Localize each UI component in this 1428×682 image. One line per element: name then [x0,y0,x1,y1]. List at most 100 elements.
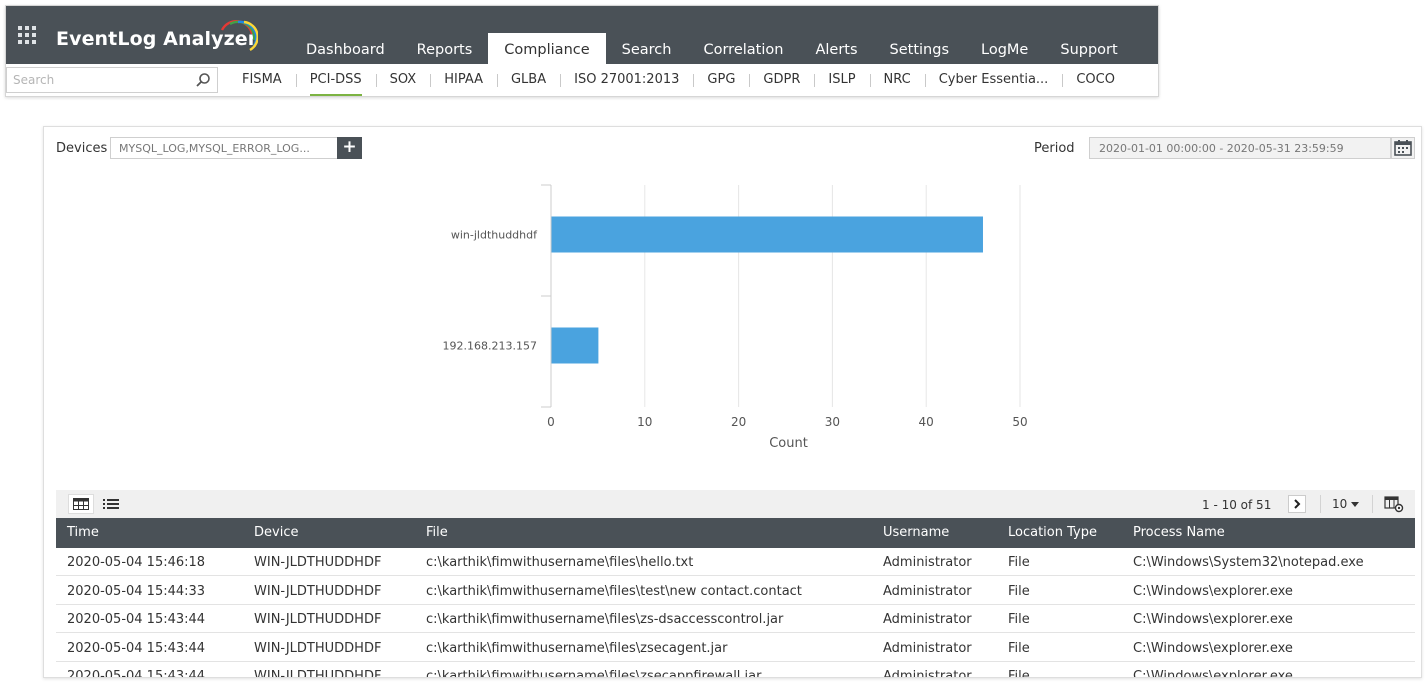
list-view-icon [103,499,119,509]
devices-field[interactable]: MYSQL_LOG,MYSQL_ERROR_LOG... [110,137,338,159]
subtab-label: ISLP [828,72,856,87]
toolbar-divider [1372,495,1373,513]
table-row[interactable]: 2020-05-04 15:43:44 WIN-JLDTHUDDHDF c:\kar… [56,662,1415,678]
x-tick-label: 30 [825,415,840,429]
y-tick-label: 192.168.213.157 [443,340,537,353]
tab-search[interactable]: Search [606,33,688,64]
cell-location-type: File [1008,640,1030,656]
cell-username: Administrator [883,640,972,656]
calendar-button[interactable] [1391,137,1415,159]
active-tab-underline [309,94,362,96]
device-count-chart: win-jldthuddhdf 192.168.213.157 0 10 20 30 40 5… [44,167,1421,467]
subtab-gpg[interactable]: GPG [693,64,749,96]
devices-label: Devices [56,141,108,156]
cell-process-name: C:\Windows\explorer.exe [1133,640,1293,656]
table-row[interactable]: 2020-05-04 15:43:44 WIN-JLDTHUDDHDF c:\kar… [56,605,1415,633]
subtab-label: NRC [883,72,911,87]
column-header-location-type[interactable]: Location Type [1008,518,1097,548]
period-label: Period [1034,141,1075,156]
cell-username: Administrator [883,669,972,678]
table-row[interactable]: 2020-05-04 15:46:18 WIN-JLDTHUDDHDF c:\kar… [56,548,1415,576]
table-view-button[interactable] [68,494,94,514]
x-tick-label: 40 [919,415,934,429]
subtab-nrc[interactable]: NRC [869,64,925,96]
calendar-icon [1394,140,1412,156]
subtab-label: PCI-DSS [309,72,362,87]
cell-device: WIN-JLDTHUDDHDF [254,669,382,678]
subtab-label: FISMA [242,72,282,87]
subtab-cyber-essentia[interactable]: Cyber Essentia... [924,64,1063,96]
subtab-pci-dss[interactable]: PCI-DSS [295,64,376,96]
cell-device: WIN-JLDTHUDDHDF [254,555,382,570]
cell-device: WIN-JLDTHUDDHDF [254,612,382,627]
cell-time: 2020-05-04 15:46:18 [67,555,206,570]
cell-time: 2020-05-04 15:43:44 [67,640,206,656]
page-size-select[interactable]: 10 [1332,497,1360,511]
toolbar-divider [1320,495,1321,513]
logo-arc-icon [220,19,258,52]
x-tick-label: 0 [547,415,555,429]
column-header-username[interactable]: Username [883,518,949,548]
tab-dashboard[interactable]: Dashboard [290,33,401,64]
tab-alerts[interactable]: Alerts [799,33,873,64]
cell-file: c:\karthik\fimwithusername\files\test\ne… [426,583,802,599]
subtab-label: GDPR [763,72,801,87]
next-page-button[interactable] [1288,495,1306,513]
tab-settings[interactable]: Settings [874,33,965,64]
cell-process-name: C:\Windows\explorer.exe [1133,669,1293,678]
search-box [6,67,218,93]
cell-username: Administrator [883,555,972,570]
cell-location-type: File [1008,669,1030,678]
table-header: Time Device File Username Location Type Proce… [56,518,1415,548]
main-nav: Dashboard Reports Compliance Search Correlat… [290,33,1134,64]
bar-win-jldthuddhdf[interactable] [551,216,983,253]
table-row[interactable]: 2020-05-04 15:44:33 WIN-JLDTHUDDHDF c:\kar… [56,576,1415,605]
app-grid-icon[interactable] [18,26,38,46]
bar-192-168-213-157[interactable] [551,327,599,364]
column-settings-button[interactable] [1384,495,1404,513]
sub-bar: FISMA PCI-DSS SOX HIPAA GLBA ISO 27001:2013 GP… [6,64,1158,96]
tab-support[interactable]: Support [1044,33,1133,64]
column-header-device[interactable]: Device [254,518,298,548]
column-header-process-name[interactable]: Process Name [1133,518,1225,548]
period-field[interactable]: 2020-01-01 00:00:00 - 2020-05-31 23:59:5… [1089,137,1391,159]
list-view-button[interactable] [98,494,124,514]
subtab-sox[interactable]: SOX [375,64,431,96]
cell-time: 2020-05-04 15:43:44 [67,612,206,627]
table-row[interactable]: 2020-05-04 15:43:44 WIN-JLDTHUDDHDF c:\kar… [56,633,1415,662]
subtab-glba[interactable]: GLBA [496,64,560,96]
cell-file: c:\karthik\fimwithusername\files\zs-dsac… [426,612,784,627]
subtab-iso-27001-2013[interactable]: ISO 27001:2013 [560,64,693,96]
cell-file: c:\karthik\fimwithusername\files\hello.t… [426,555,694,570]
subtab-label: Cyber Essentia... [938,72,1049,87]
subtab-label: SOX [389,72,417,87]
add-device-button[interactable]: + [337,137,362,159]
column-settings-icon [1384,496,1404,513]
subtab-hipaa[interactable]: HIPAA [430,64,497,96]
cell-username: Administrator [883,612,972,627]
subtab-gdpr[interactable]: GDPR [749,64,814,96]
column-header-time[interactable]: Time [67,518,99,548]
x-axis-label: Count [769,436,808,451]
chevron-right-icon [1294,499,1301,509]
tab-compliance[interactable]: Compliance [488,33,606,64]
compliance-subnav: FISMA PCI-DSS SOX HIPAA GLBA ISO 27001:2013 GP… [228,64,1129,96]
cell-file: c:\karthik\fimwithusername\files\zsecage… [426,640,728,656]
subtab-islp[interactable]: ISLP [814,64,869,96]
cell-location-type: File [1008,583,1030,599]
cell-time: 2020-05-04 15:44:33 [67,583,206,599]
report-card: Devices MYSQL_LOG,MYSQL_ERROR_LOG... + P… [43,126,1422,678]
tab-reports[interactable]: Reports [401,33,489,64]
column-header-file[interactable]: File [426,518,448,548]
cell-device: WIN-JLDTHUDDHDF [254,583,382,599]
cell-device: WIN-JLDTHUDDHDF [254,640,382,656]
subtab-fisma[interactable]: FISMA [228,64,296,96]
tab-correlation[interactable]: Correlation [687,33,799,64]
search-icon[interactable] [195,72,211,88]
search-input[interactable] [7,68,187,92]
cell-time: 2020-05-04 15:43:44 [67,669,206,678]
cell-process-name: C:\Windows\System32\notepad.exe [1133,555,1364,570]
tab-logme[interactable]: LogMe [965,33,1044,64]
cell-location-type: File [1008,555,1030,570]
subtab-coco[interactable]: COCO [1062,64,1129,96]
